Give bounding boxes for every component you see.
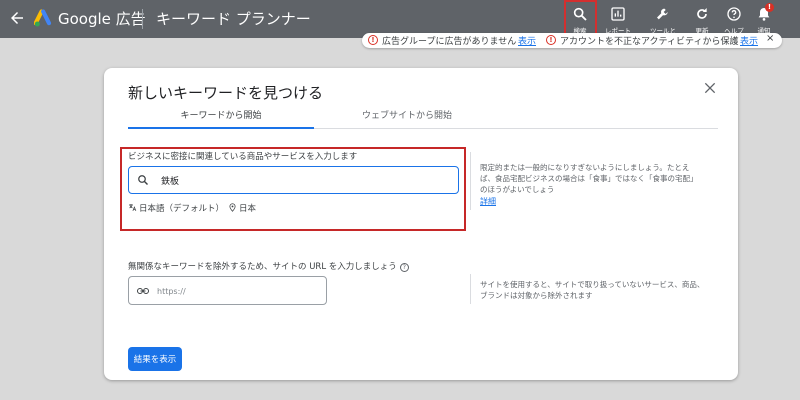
url-label-text: 無関係なキーワードを除外するため、サイトの URL を入力しましょう xyxy=(128,262,397,272)
tab-start-with-website[interactable]: ウェブサイトから開始 xyxy=(314,108,500,121)
translate-icon xyxy=(129,204,137,212)
page-title: キーワード プランナー xyxy=(156,10,311,28)
close-icon[interactable] xyxy=(702,80,718,96)
location-label: 日本 xyxy=(239,204,257,214)
wrench-icon xyxy=(657,8,668,20)
keyword-input[interactable] xyxy=(161,172,451,188)
header-divider xyxy=(142,9,143,29)
tool-settings-button[interactable]: ツールと xyxy=(645,6,681,35)
alert-strip: ! 広告グループに広告がありません 表示 ! アカウントを不正なアクティビティか… xyxy=(362,33,782,48)
alert-close-button[interactable]: × xyxy=(766,33,774,44)
url-label: 無関係なキーワードを除外するため、サイトの URL を入力しましょう? xyxy=(128,260,409,272)
url-hint: サイトを使用すると、サイトで取り扱っていないサービス、商品、ブランドは対象から除… xyxy=(480,280,705,300)
search-highlight-frame xyxy=(564,0,597,36)
keyword-prompt: ビジネスに密接に関連している商品やサービスを入力します xyxy=(128,152,358,162)
active-tab-indicator xyxy=(128,127,314,129)
help-icon[interactable]: ? xyxy=(399,263,409,272)
help-icon xyxy=(727,7,741,21)
dialog-title: 新しいキーワードを見つける xyxy=(128,84,324,102)
tool-refresh-button[interactable]: 更新 xyxy=(684,6,720,35)
location-selector[interactable]: 日本 xyxy=(228,202,256,214)
language-selector[interactable]: 日本語（デフォルト） xyxy=(128,202,224,214)
language-label: 日本語（デフォルト） xyxy=(139,204,225,214)
details-link[interactable]: 詳細 xyxy=(480,196,496,207)
link-icon xyxy=(137,288,149,294)
alert-text-no-ads: 広告グループに広告がありません xyxy=(382,37,517,47)
keyword-discovery-dialog: 新しいキーワードを見つける キーワードから開始 ウェブサイトから開始 ビジネスに… xyxy=(104,68,738,380)
tool-notify-button[interactable]: 通知 xyxy=(746,6,782,35)
keyword-input-box[interactable] xyxy=(128,166,459,194)
alert-link-no-ads[interactable]: 表示 xyxy=(518,34,536,47)
notification-badge: ! xyxy=(765,3,774,12)
warning-icon: ! xyxy=(546,35,556,45)
back-arrow-icon[interactable] xyxy=(8,9,26,27)
location-pin-icon xyxy=(229,203,236,212)
warning-icon: ! xyxy=(368,35,378,45)
report-icon xyxy=(611,7,625,21)
keyword-hint: 限定的または一般的になりすぎないようにしましょう。たとえば、食品宅配ビジネスの場… xyxy=(480,163,698,194)
url-hint-divider xyxy=(470,274,471,304)
refresh-icon xyxy=(697,8,707,19)
hint-divider xyxy=(470,152,471,210)
show-results-button[interactable]: 結果を表示 xyxy=(128,347,182,371)
search-icon xyxy=(138,175,148,185)
alert-link-protect[interactable]: 表示 xyxy=(740,34,758,47)
tab-start-with-keywords[interactable]: キーワードから開始 xyxy=(128,108,314,121)
url-input[interactable] xyxy=(157,283,317,299)
url-input-box[interactable] xyxy=(128,276,327,305)
google-ads-logo-icon[interactable] xyxy=(34,9,54,29)
brand-name: Google 広告 xyxy=(58,10,146,28)
alert-text-protect: アカウントを不正なアクティビティから保護 xyxy=(560,37,739,47)
tool-report-button[interactable]: レポート xyxy=(600,6,636,35)
